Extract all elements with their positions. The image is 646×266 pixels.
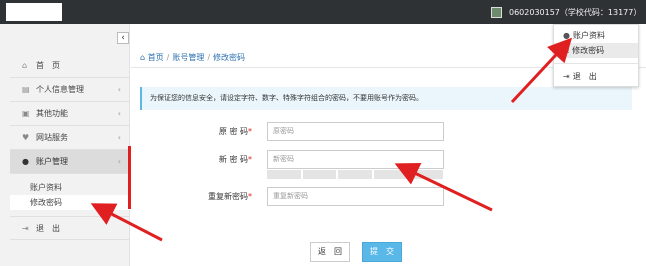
- user-icon: ●: [22, 157, 29, 166]
- sidebar-item-label: 账户管理: [36, 157, 68, 166]
- security-notice: 为保证您的信息安全，请设定字符、数字、特殊字符组合的密码，不要用账号作为密码。: [140, 87, 632, 110]
- strength-segment: [267, 170, 301, 179]
- submenu-change-password[interactable]: 修改密码: [10, 195, 130, 210]
- annotation-highlight-bar: [128, 146, 131, 209]
- key-icon: ⚿: [563, 46, 570, 55]
- sidebar-item-home[interactable]: ⌂ 首 页: [10, 53, 130, 78]
- dropdown-item-change-password[interactable]: ⚿ 修改密码: [554, 43, 638, 58]
- sidebar-item-other[interactable]: ▣ 其他功能 ‹: [10, 102, 130, 126]
- dropdown-item-logout[interactable]: ⇥ 退 出: [554, 69, 638, 84]
- old-password-input[interactable]: 原密码: [267, 122, 444, 141]
- home-icon: ⌂: [22, 60, 28, 70]
- logout-icon: ⇥: [563, 72, 570, 81]
- confirm-password-input[interactable]: 重复新密码: [267, 187, 444, 206]
- chevron-left-icon: ‹: [117, 85, 121, 94]
- sidebar-collapse-button[interactable]: ‹: [117, 32, 129, 44]
- heart-icon: ♥: [22, 133, 30, 142]
- sidebar-item-label: 其他功能: [36, 109, 68, 118]
- user-id-text: 0602030157（学校代码：13177）: [509, 7, 642, 17]
- chevron-left-icon: ‹: [117, 133, 121, 142]
- sidebar-item-label: 个人信息管理: [36, 85, 84, 94]
- new-password-input[interactable]: 新密码: [267, 150, 444, 169]
- home-icon: ⌂: [140, 53, 146, 62]
- sidebar-item-personal-info[interactable]: ▤ 个人信息管理 ‹: [10, 78, 130, 102]
- back-button[interactable]: 返 回: [310, 242, 350, 262]
- logout-icon: ⇥: [22, 223, 29, 233]
- sidebar-item-label: 退 出: [36, 223, 60, 233]
- breadcrumb-section[interactable]: 账号管理: [172, 53, 204, 62]
- user-icon: ●: [563, 31, 570, 40]
- breadcrumb-page: 修改密码: [213, 53, 246, 62]
- avatar: [491, 6, 502, 18]
- submit-button[interactable]: 提 交: [362, 242, 402, 262]
- list-icon: ▤: [22, 85, 30, 94]
- strength-segment: [338, 170, 372, 179]
- logo: [6, 3, 62, 21]
- old-password-row: 原 密 码* 原密码: [160, 122, 460, 142]
- submenu-account-profile[interactable]: 账户资料: [10, 180, 130, 195]
- breadcrumb-separator: /: [166, 53, 170, 62]
- breadcrumb: ⌂ 首页 / 账号管理 / 修改密码: [140, 52, 245, 63]
- new-password-row: 新 密 码* 新密码: [160, 150, 460, 170]
- old-password-label: 原 密 码*: [218, 127, 252, 136]
- user-menu[interactable]: 0602030157（学校代码：13177） ▾: [491, 4, 646, 20]
- folder-icon: ▣: [22, 109, 30, 118]
- sidebar-item-label: 网站服务: [36, 133, 68, 142]
- breadcrumb-separator: /: [207, 53, 211, 62]
- password-strength-meter: [267, 170, 443, 179]
- user-dropdown-menu: ● 账户资料 ⚿ 修改密码 ⇥ 退 出: [553, 24, 639, 87]
- breadcrumb-home[interactable]: 首页: [148, 53, 164, 62]
- confirm-password-label: 重复新密码*: [208, 192, 252, 201]
- sidebar-menu: ⌂ 首 页 ▤ 个人信息管理 ‹ ▣ 其他功能 ‹ ♥ 网站服务 ‹ ● 账户管…: [10, 53, 130, 240]
- confirm-password-row: 重复新密码* 重复新密码: [160, 187, 460, 207]
- chevron-down-icon: ‹: [117, 157, 121, 166]
- top-bar: 0602030157（学校代码：13177） ▾: [0, 0, 646, 24]
- sidebar-item-logout[interactable]: ⇥ 退 出: [10, 216, 130, 240]
- sidebar-item-web-service[interactable]: ♥ 网站服务 ‹: [10, 126, 130, 150]
- strength-segment: [409, 170, 443, 179]
- sidebar-item-account[interactable]: ● 账户管理 ‹: [10, 150, 130, 174]
- strength-segment: [373, 170, 408, 179]
- new-password-label: 新 密 码*: [218, 155, 252, 164]
- strength-segment: [302, 170, 337, 179]
- dropdown-item-profile[interactable]: ● 账户资料: [554, 28, 638, 43]
- divider: [554, 63, 638, 64]
- sidebar-item-label: 首 页: [36, 60, 60, 70]
- chevron-left-icon: ‹: [117, 109, 121, 118]
